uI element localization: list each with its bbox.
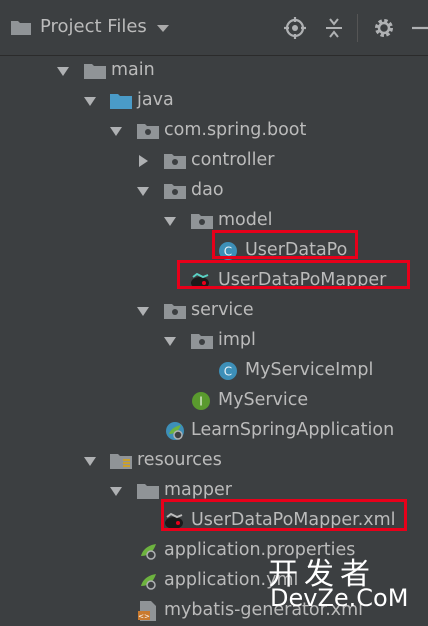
package-icon	[191, 334, 213, 349]
tree-node-learnspringapplication[interactable]: LearnSpringApplication	[0, 416, 428, 446]
expand-arrow-icon[interactable]	[57, 56, 69, 86]
tree-node-label: MyServiceImpl	[245, 360, 374, 380]
expand-arrow-icon[interactable]	[84, 446, 96, 476]
tree-node-label: com.spring.boot	[164, 120, 307, 140]
highlight-box	[212, 230, 358, 259]
tree-node-label: java	[137, 90, 174, 110]
svg-text:C: C	[224, 365, 232, 379]
tree-node-label: LearnSpringApplication	[191, 420, 395, 440]
package-icon	[164, 154, 186, 169]
svg-text:I: I	[199, 395, 203, 409]
tree-node-label: model	[218, 210, 273, 230]
package-icon	[164, 184, 186, 199]
expand-arrow-icon[interactable]	[110, 476, 122, 506]
resources-folder-icon	[110, 454, 132, 469]
collapse-icon[interactable]	[323, 17, 345, 39]
tree-node-label: service	[191, 300, 254, 320]
expand-arrow-icon[interactable]	[84, 86, 96, 116]
folder-icon	[11, 21, 31, 35]
minimize-icon[interactable]	[412, 17, 428, 39]
tree-node-dao[interactable]: dao	[0, 176, 428, 206]
folder-icon	[137, 484, 159, 499]
package-icon	[164, 304, 186, 319]
spring-boot-class-icon	[166, 422, 184, 440]
expand-arrow-icon[interactable]	[110, 116, 122, 146]
tree-node-resources[interactable]: resources	[0, 446, 428, 476]
project-view-title[interactable]: Project Files	[40, 16, 147, 37]
tree-node-label: impl	[218, 330, 256, 350]
xml-file-icon: <>	[138, 601, 156, 621]
tree-node-label: dao	[191, 180, 224, 200]
tree-node-label: main	[111, 60, 155, 80]
tree-node-label: MyService	[218, 390, 309, 410]
class-icon: C	[219, 362, 237, 380]
tree-node-label: resources	[137, 450, 222, 470]
expand-arrow-icon[interactable]	[164, 326, 176, 356]
spring-properties-icon	[141, 544, 156, 560]
spring-yml-icon	[141, 574, 156, 590]
dropdown-icon[interactable]	[157, 25, 169, 32]
tree-node-label: controller	[191, 150, 275, 170]
tree-node-label: mapper	[164, 480, 232, 500]
tree-node-controller[interactable]: controller	[0, 146, 428, 176]
svg-text:<>: <>	[138, 613, 150, 621]
folder-icon	[84, 64, 106, 79]
tree-node-myservice[interactable]: I MyService	[0, 386, 428, 416]
tree-node-com-spring-boot[interactable]: com.spring.boot	[0, 116, 428, 146]
expand-arrow-icon[interactable]	[137, 296, 149, 326]
interface-icon: I	[192, 392, 210, 410]
tree-node-java[interactable]: java	[0, 86, 428, 116]
highlight-box	[177, 260, 410, 289]
highlight-box	[161, 499, 407, 531]
tree-node-service[interactable]: service	[0, 296, 428, 326]
project-toolbar: Project Files	[0, 0, 428, 56]
package-icon	[137, 124, 159, 139]
package-icon	[191, 214, 213, 229]
expand-arrow-icon[interactable]	[164, 206, 176, 236]
tree-node-main[interactable]: main	[0, 56, 428, 86]
collapse-arrow-icon[interactable]	[137, 146, 149, 176]
watermark-logo-subtext: DevZe.CoM	[270, 584, 409, 612]
settings-icon[interactable]	[373, 17, 395, 39]
source-folder-icon	[110, 94, 132, 109]
expand-arrow-icon[interactable]	[137, 176, 149, 206]
locate-icon[interactable]	[284, 17, 306, 39]
toolbar-separator	[357, 14, 358, 42]
tree-node-impl[interactable]: impl	[0, 326, 428, 356]
tree-node-myserviceimpl[interactable]: C MyServiceImpl	[0, 356, 428, 386]
